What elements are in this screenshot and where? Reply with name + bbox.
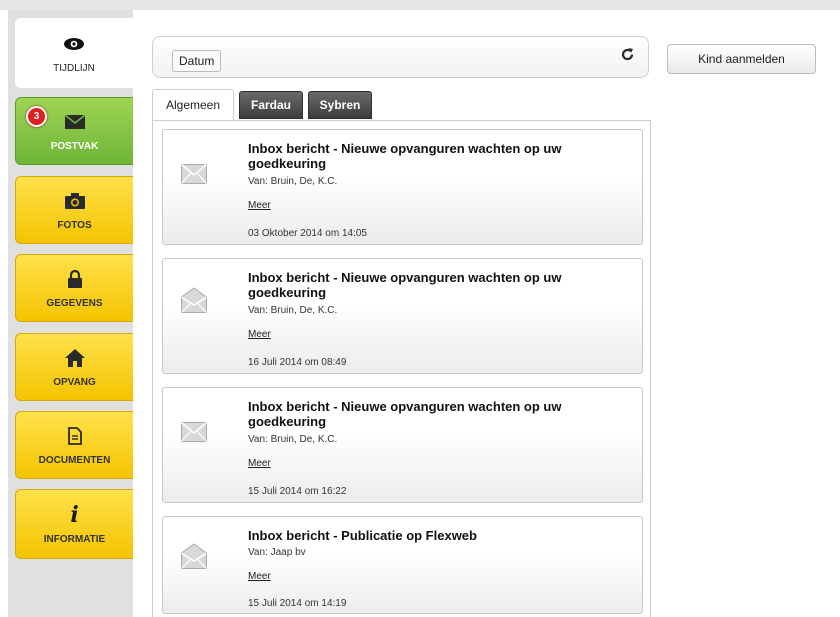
kind-aanmelden-button[interactable]: Kind aanmelden [667, 44, 816, 74]
document-icon [67, 425, 82, 447]
nav-item-tijdlijn[interactable]: TIJDLIJN [15, 18, 133, 88]
message-card[interactable]: Inbox bericht - Publicatie op Flexweb Va… [162, 516, 643, 614]
message-date: 03 Oktober 2014 om 14:05 [248, 228, 367, 239]
tab-fardau[interactable]: Fardau [239, 91, 303, 119]
message-sender: Van: Jaap bv [248, 547, 306, 558]
nav-item-fotos[interactable]: FOTOS [15, 176, 133, 244]
top-strip [0, 0, 840, 10]
nav-item-label: OPVANG [53, 376, 96, 388]
camera-icon [64, 190, 85, 212]
message-more-link[interactable]: Meer [248, 329, 271, 340]
nav-item-label: GEGEVENS [46, 297, 103, 309]
unread-badge: 3 [26, 106, 47, 127]
message-more-link[interactable]: Meer [248, 458, 271, 469]
message-card[interactable]: Inbox bericht - Nieuwe opvanguren wachte… [162, 129, 643, 245]
message-card[interactable]: Inbox bericht - Nieuwe opvanguren wachte… [162, 258, 643, 374]
nav-item-opvang[interactable]: OPVANG [15, 333, 133, 401]
message-sender: Van: Bruin, De, K.C. [248, 305, 338, 316]
info-icon: i [70, 501, 79, 528]
envelope-icon [64, 111, 85, 133]
message-title: Inbox bericht - Nieuwe opvanguren wachte… [248, 270, 562, 300]
nav-item-postvak[interactable]: 3 POSTVAK [15, 97, 133, 165]
message-sender: Van: Bruin, De, K.C. [248, 176, 338, 187]
envelope-open-icon [181, 287, 207, 318]
message-date: 15 Juli 2014 om 14:19 [248, 598, 347, 609]
nav-item-gegevens[interactable]: GEGEVENS [15, 254, 133, 322]
eye-icon [63, 33, 85, 55]
envelope-closed-icon [180, 421, 208, 447]
message-date: 15 Juli 2014 om 16:22 [248, 486, 347, 497]
tab-sybren[interactable]: Sybren [308, 91, 372, 119]
message-more-link[interactable]: Meer [248, 571, 271, 582]
nav-item-label: TIJDLIJN [53, 62, 95, 74]
lock-icon [67, 268, 83, 290]
message-title: Inbox bericht - Nieuwe opvanguren wachte… [248, 399, 562, 429]
nav-item-label: POSTVAK [50, 140, 99, 152]
nav-item-label: INFORMATIE [43, 533, 106, 545]
filter-toolbar: Datum [152, 36, 649, 78]
nav-item-label: DOCUMENTEN [38, 454, 111, 466]
message-card[interactable]: Inbox bericht - Nieuwe opvanguren wachte… [162, 387, 643, 503]
refresh-icon[interactable] [621, 48, 634, 64]
message-more-link[interactable]: Meer [248, 200, 271, 211]
tab-algemeen[interactable]: Algemeen [152, 89, 234, 121]
nav-item-informatie[interactable]: i INFORMATIE [15, 489, 133, 559]
envelope-open-icon [181, 543, 207, 574]
nav-item-documenten[interactable]: DOCUMENTEN [15, 411, 133, 479]
message-date: 16 Juli 2014 om 08:49 [248, 357, 347, 368]
sort-datum-button[interactable]: Datum [172, 50, 222, 72]
home-icon [64, 347, 85, 369]
envelope-closed-icon [180, 163, 208, 189]
message-title: Inbox bericht - Publicatie op Flexweb [248, 528, 477, 543]
nav-item-label: FOTOS [57, 219, 92, 231]
message-title: Inbox bericht - Nieuwe opvanguren wachte… [248, 141, 562, 171]
message-sender: Van: Bruin, De, K.C. [248, 434, 338, 445]
